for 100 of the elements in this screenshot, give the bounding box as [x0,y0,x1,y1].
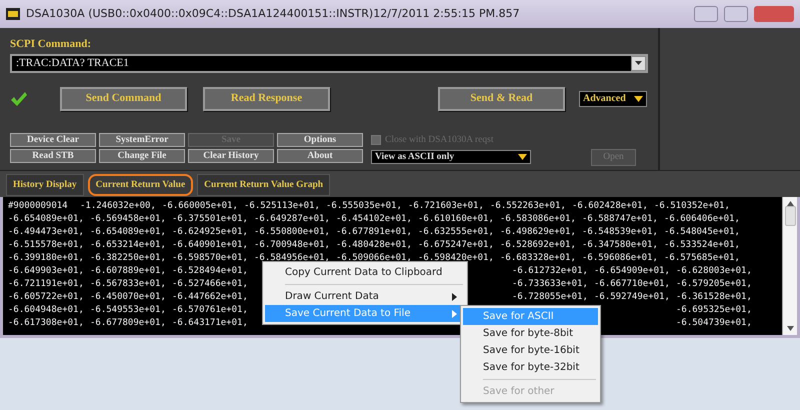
toolbar-button[interactable]: Read STB [10,148,96,162]
data-value: -6.550800e+01, [254,226,331,239]
data-value: -6.683328e+01, [500,252,577,265]
dropdown-arrow-icon [635,61,642,65]
data-value: -6.596086e+01, [582,252,659,265]
menu-item[interactable]: Save for byte-16bit [463,342,598,359]
data-value: -6.347580e+01, [582,239,659,252]
data-value: -6.624925e+01, [172,226,249,239]
data-value: -6.721191e+01, [8,278,85,291]
data-value: -6.612732e+01, [512,265,589,278]
data-value: -6.549553e+01, [90,304,167,317]
command-field[interactable]: :TRAC:DATA? TRACE1 [10,54,648,72]
data-value: -6.654909e+01, [594,265,671,278]
tab[interactable]: History Display [6,174,84,196]
data-value: -6.528494e+01, [172,265,249,278]
data-value: -6.588747e+01, [582,213,659,226]
data-value: -6.653214e+01, [90,239,167,252]
data-value: -6.555035e+01, [326,200,403,213]
data-value: -6.677891e+01, [336,226,413,239]
data-value: -6.548539e+01, [582,226,659,239]
submenu-arrow-icon [452,292,457,300]
data-value: -6.602428e+01, [572,200,649,213]
data-value: -6.675247e+01, [418,239,495,252]
data-value: -6.604948e+01, [8,304,85,317]
toolbar-button[interactable]: Options [277,132,363,146]
data-value: -6.382250e+01, [90,252,167,265]
scpi-label: SCPI Command: [10,37,92,52]
data-value: -6.498629e+01, [500,226,577,239]
data-value: -6.728055e+01, [512,291,589,304]
data-value: -6.533524e+01, [664,239,741,252]
data-value: -6.605722e+01, [8,291,85,304]
menu-item[interactable]: Draw Current Data [265,288,465,305]
action-button[interactable]: Send & Read [438,86,565,110]
data-value: -6.515578e+01, [8,239,85,252]
menu-item[interactable]: Save for byte-8bit [463,325,598,342]
toolbar-button[interactable]: Change File [99,148,185,162]
data-value: -6.548045e+01, [664,226,741,239]
data-value: -6.667710e+01, [594,278,671,291]
data-value: -6.700948e+01, [254,239,331,252]
data-value: -6.654089e+01, [8,213,85,226]
data-value: -6.450070e+01, [90,291,167,304]
data-value: -6.649903e+01, [8,265,85,278]
data-value: -6.570761e+01, [172,304,249,317]
data-value: -6.510352e+01, [654,200,731,213]
maximize-button[interactable] [724,6,748,22]
data-value: -6.447662e+01, [172,291,249,304]
data-value: -6.509066e+01, [336,252,413,265]
data-value: -6.592749e+01, [594,291,671,304]
checkmark-icon [10,90,28,106]
dropdown-arrow-icon [634,96,643,102]
data-value: -6.494473e+01, [8,226,85,239]
data-value: -6.399180e+01, [8,252,85,265]
data-value: -6.584956e+01, [254,252,331,265]
toolbar-button[interactable]: SystemError [99,132,185,146]
data-value: -6.527466e+01, [172,278,249,291]
view-dropdown[interactable]: View as ASCII only [371,150,531,164]
data-value: -1.246032e+00, [80,200,157,213]
data-value: -6.643171e+01, [172,317,249,330]
data-value: -6.528692e+01, [500,239,577,252]
minimize-button[interactable] [694,6,718,22]
action-button[interactable]: Read Response [203,86,330,110]
data-value: -6.579205e+01, [676,278,753,291]
data-value: -6.649287e+01, [254,213,331,226]
data-value: #9000009014 [8,200,69,213]
data-value: -6.361528e+01, [676,291,753,304]
scroll-down-icon[interactable] [786,326,794,331]
data-value: -6.569458e+01, [90,213,167,226]
data-value: -6.628003e+01, [676,265,753,278]
data-value: -6.575685e+01, [664,252,741,265]
data-value: -6.480428e+01, [336,239,413,252]
menu-item[interactable]: Save for byte-32bit [463,359,598,376]
data-value: -6.504739e+01, [676,317,753,330]
toolbar-button[interactable]: About [277,148,363,162]
app-icon [6,8,20,20]
data-value: -6.654089e+01, [90,226,167,239]
data-value: -6.607889e+01, [90,265,167,278]
data-value: -6.606406e+01, [664,213,741,226]
data-value: -6.617308e+01, [8,317,85,330]
action-button[interactable]: Send Command [60,86,187,110]
tab[interactable]: Current Return Value [88,174,194,196]
data-value: -6.454102e+01, [336,213,413,226]
dropdown-arrow-icon [518,154,527,160]
scrollbar[interactable] [782,197,797,335]
data-value: -6.567833e+01, [90,278,167,291]
tab[interactable]: Current Return Value Graph [197,174,330,196]
menu-item[interactable]: Save for ASCII [463,308,598,325]
submenu-arrow-icon [452,310,457,318]
menu-item[interactable]: Copy Current Data to Clipboard [265,264,465,281]
toolbar-button[interactable]: Clear History [188,148,274,162]
data-value: -6.660005e+01, [162,200,239,213]
toolbar-button[interactable]: Device Clear [10,132,96,146]
data-value: -6.677809e+01, [90,317,167,330]
mode-dropdown[interactable]: Advanced [579,90,647,106]
data-value: -6.733633e+01, [512,278,589,291]
scroll-thumb[interactable] [784,206,796,226]
window-title: DSA1030A (USB0::0x0400::0x09C4::DSA1A124400151::INSTR)12/7/2011 2:55:15 PM.857 [26,6,520,22]
data-value: -6.583086e+01, [500,213,577,226]
data-value: -6.598570e+01, [172,252,249,265]
data-value: -6.525113e+01, [244,200,321,213]
data-value: -6.610160e+01, [418,213,495,226]
